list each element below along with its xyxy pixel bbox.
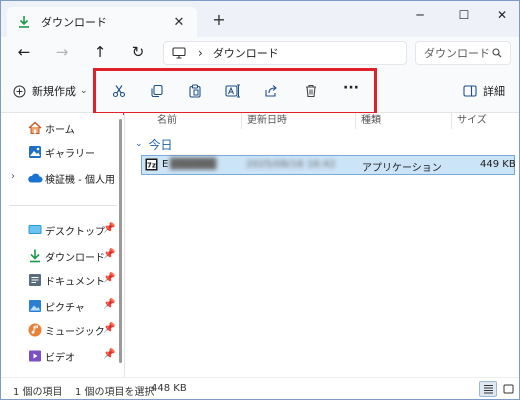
- up-button[interactable]: ↑: [89, 43, 111, 63]
- computer-icon: [172, 47, 186, 59]
- sidebar-item-home[interactable]: ホーム: [1, 117, 121, 139]
- sidebar-item-downloads[interactable]: ダウンロード 📌: [1, 245, 121, 267]
- sidebar-item-label: ビデオ: [45, 353, 75, 364]
- close-window-button[interactable]: ✕: [487, 4, 517, 28]
- minimize-button[interactable]: ─: [405, 4, 435, 28]
- document-icon: [29, 274, 41, 286]
- selection-size: 448 KB: [151, 383, 187, 394]
- tiles-view-icon: [503, 384, 513, 394]
- forward-button[interactable]: →: [51, 43, 73, 63]
- close-tab-icon[interactable]: ✕: [171, 15, 187, 30]
- sidebar-item-onedrive[interactable]: › 検証機 - 個人用: [1, 167, 121, 189]
- maximize-button[interactable]: ☐: [449, 4, 479, 28]
- details-view-button[interactable]: [479, 381, 497, 397]
- sidebar-item-desktop[interactable]: デスクトップ 📌: [1, 219, 121, 241]
- status-bar: 1 個の項目 1 個の項目を選択 448 KB: [1, 377, 519, 399]
- highlight-box: [93, 68, 377, 115]
- file-type: アプリケーション: [362, 163, 442, 174]
- column-header-name[interactable]: 名前: [157, 113, 177, 129]
- address-bar[interactable]: › ダウンロード: [163, 41, 407, 65]
- new-button-label: 新規作成: [32, 85, 76, 98]
- tab-title: ダウンロード: [41, 16, 107, 29]
- column-divider[interactable]: [451, 113, 452, 129]
- item-count: 1 個の項目: [13, 387, 63, 398]
- sidebar-item-label: ミュージック: [45, 327, 105, 338]
- pin-icon: 📌: [103, 323, 116, 334]
- navigation-pane: ホーム ギャラリー › 検証機 - 個人用 デスクトップ 📌 ダウンロード 📌 …: [1, 113, 123, 377]
- download-icon: [30, 249, 40, 263]
- scrollbar-thumb[interactable]: [119, 119, 122, 363]
- new-button[interactable]: 新規作成 ⌄: [13, 81, 88, 101]
- sidebar-item-gallery[interactable]: ギャラリー: [1, 141, 121, 163]
- pin-icon: 📌: [103, 273, 116, 284]
- breadcrumb-chevron: ›: [198, 46, 203, 60]
- desktop-icon: [28, 225, 42, 234]
- navigation-bar: ← → ↑ ↻ › ダウンロード ダウンロード: [1, 37, 519, 69]
- file-explorer-window: ダウンロード ✕ + ─ ☐ ✕ ← → ↑ ↻ › ダウンロード ダウンロード: [0, 0, 520, 400]
- sidebar-scrollbar[interactable]: [119, 113, 123, 377]
- download-icon: [19, 16, 29, 28]
- details-pane-icon: [463, 85, 477, 97]
- chevron-right-icon[interactable]: ›: [11, 171, 15, 182]
- back-button[interactable]: ←: [13, 43, 35, 63]
- column-header-type[interactable]: 種類: [361, 113, 381, 129]
- tab-downloads[interactable]: ダウンロード ✕: [7, 7, 197, 37]
- sidebar-item-label: 検証機 - 個人用: [45, 175, 115, 186]
- 7zip-icon: 7z: [145, 158, 158, 171]
- pin-icon: 📌: [103, 223, 116, 234]
- sidebar-item-pictures[interactable]: ピクチャ 📌: [1, 295, 121, 317]
- file-modified: 2025/08/16 16:42: [246, 159, 336, 170]
- sidebar-item-label: ギャラリー: [45, 149, 95, 160]
- tiles-view-button[interactable]: [499, 381, 517, 397]
- sidebar-item-label: ホーム: [45, 125, 75, 136]
- breadcrumb-location[interactable]: ダウンロード: [213, 45, 279, 61]
- add-circle-icon: [13, 85, 26, 97]
- sidebar-item-label: ダウンロード: [45, 253, 105, 264]
- sidebar-divider: [9, 205, 117, 206]
- search-icon: [492, 48, 502, 58]
- pin-icon: 📌: [103, 299, 116, 310]
- pin-icon: 📌: [103, 249, 116, 260]
- sidebar-item-label: ピクチャ: [45, 303, 85, 314]
- new-tab-button[interactable]: +: [209, 11, 229, 31]
- home-icon: [28, 121, 42, 134]
- file-list: 名前 更新日時 種類 サイズ ⌄ 今日 7z E ██████ 2025/08/…: [125, 113, 519, 377]
- table-row[interactable]: 7z E ██████ 2025/08/16 16:42 アプリケーション 44…: [141, 155, 516, 175]
- pin-icon: 📌: [103, 349, 116, 360]
- list-view-icon: [483, 385, 493, 394]
- music-icon: [28, 323, 42, 337]
- sidebar-item-videos[interactable]: ビデオ 📌: [1, 345, 121, 367]
- column-divider[interactable]: [355, 113, 356, 129]
- file-size: 449 KB: [480, 159, 516, 170]
- sidebar-item-documents[interactable]: ドキュメント 📌: [1, 269, 121, 291]
- chevron-down-icon: ⌄: [135, 139, 143, 149]
- column-header-size[interactable]: サイズ: [457, 113, 487, 129]
- file-name-redacted: ██████: [170, 159, 217, 170]
- title-bar: ダウンロード ✕ + ─ ☐ ✕: [1, 1, 519, 37]
- search-input[interactable]: ダウンロード: [415, 41, 511, 65]
- column-header-modified[interactable]: 更新日時: [247, 113, 287, 129]
- refresh-button[interactable]: ↻: [127, 43, 149, 63]
- group-label: 今日: [148, 137, 173, 152]
- sidebar-item-label: デスクトップ: [45, 227, 105, 238]
- sidebar-item-label: ドキュメント: [45, 277, 105, 288]
- search-placeholder: ダウンロード: [424, 47, 490, 60]
- cloud-icon: [28, 173, 43, 183]
- gallery-icon: [29, 146, 41, 158]
- group-header-today[interactable]: ⌄ 今日: [135, 135, 173, 153]
- svg-text:7z: 7z: [147, 161, 156, 169]
- video-icon: [29, 350, 41, 362]
- file-name: E: [162, 159, 169, 170]
- chevron-down-icon: ⌄: [80, 86, 88, 96]
- details-pane-button[interactable]: 詳細: [463, 81, 505, 101]
- selection-count: 1 個の項目を選択: [75, 387, 155, 398]
- details-pane-label: 詳細: [483, 85, 505, 98]
- sidebar-item-music[interactable]: ミュージック 📌: [1, 319, 121, 341]
- column-divider[interactable]: [241, 113, 242, 129]
- pictures-icon: [29, 300, 41, 312]
